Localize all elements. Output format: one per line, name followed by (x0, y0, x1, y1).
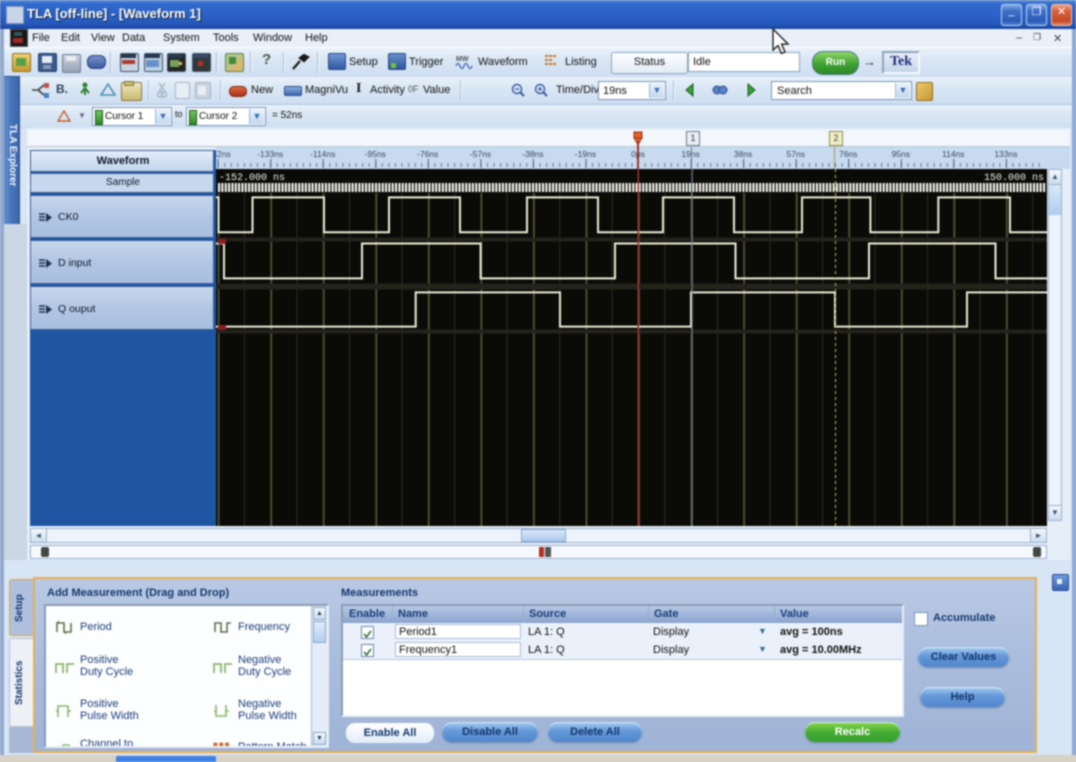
svg-text:-152ns: -152ns (216, 149, 231, 159)
svg-text:MW: MW (456, 56, 469, 63)
svg-text:133ns: 133ns (994, 149, 1017, 159)
svg-text:-152.000 ns: -152.000 ns (219, 173, 285, 184)
svg-text:-114ns: -114ns (310, 149, 335, 159)
svg-text:150.000 ns: 150.000 ns (984, 173, 1044, 184)
svg-text:-38ns: -38ns (522, 149, 543, 159)
svg-text:38ns: 38ns (734, 149, 752, 159)
svg-text:76ns: 76ns (839, 149, 857, 159)
svg-text:114ns: 114ns (942, 149, 965, 159)
svg-text:-19ns: -19ns (575, 149, 596, 159)
svg-text:-133ns: -133ns (257, 149, 283, 159)
svg-text:-95ns: -95ns (365, 149, 386, 159)
svg-text:-76ns: -76ns (417, 149, 438, 159)
svg-text:95ns: 95ns (892, 149, 910, 159)
svg-text:-57ns: -57ns (470, 149, 491, 159)
svg-text:57ns: 57ns (786, 149, 804, 159)
